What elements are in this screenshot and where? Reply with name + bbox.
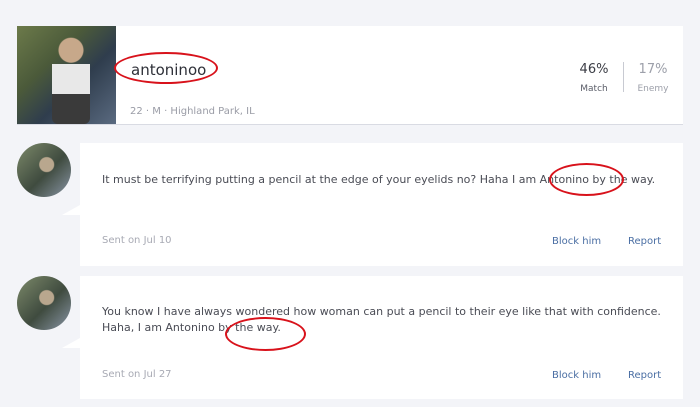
block-button[interactable]: Block him bbox=[552, 370, 601, 381]
message-text: It must be terrifying putting a pencil a… bbox=[102, 173, 656, 186]
stat-divider bbox=[623, 62, 624, 92]
report-button[interactable]: Report bbox=[628, 370, 661, 381]
match-label: Match bbox=[580, 84, 608, 94]
message-card: You know I have always wondered how woma… bbox=[62, 276, 683, 399]
message-avatar[interactable] bbox=[17, 143, 71, 197]
profile-photo-figure bbox=[52, 34, 90, 124]
profile-meta: 22 · M · Highland Park, IL bbox=[130, 106, 255, 117]
message-avatar[interactable] bbox=[17, 276, 71, 330]
report-button[interactable]: Report bbox=[628, 236, 661, 247]
message-date: Sent on Jul 10 bbox=[102, 235, 172, 246]
profile-card: antoninoo 22 · M · Highland Park, IL 46%… bbox=[17, 26, 683, 125]
message-tail bbox=[62, 205, 80, 215]
profile-photo[interactable] bbox=[17, 26, 116, 124]
enemy-value: 17% bbox=[638, 62, 668, 77]
message-tail bbox=[62, 338, 80, 348]
block-button[interactable]: Block him bbox=[552, 236, 601, 247]
profile-username[interactable]: antoninoo bbox=[131, 61, 206, 79]
message-text: You know I have always wondered how woma… bbox=[102, 305, 661, 334]
enemy-stat: 17% Enemy bbox=[628, 62, 678, 94]
message-card: It must be terrifying putting a pencil a… bbox=[62, 143, 683, 266]
message-date: Sent on Jul 27 bbox=[102, 369, 172, 380]
match-value: 46% bbox=[579, 62, 609, 77]
enemy-label: Enemy bbox=[637, 84, 669, 94]
match-stat: 46% Match bbox=[569, 62, 619, 94]
